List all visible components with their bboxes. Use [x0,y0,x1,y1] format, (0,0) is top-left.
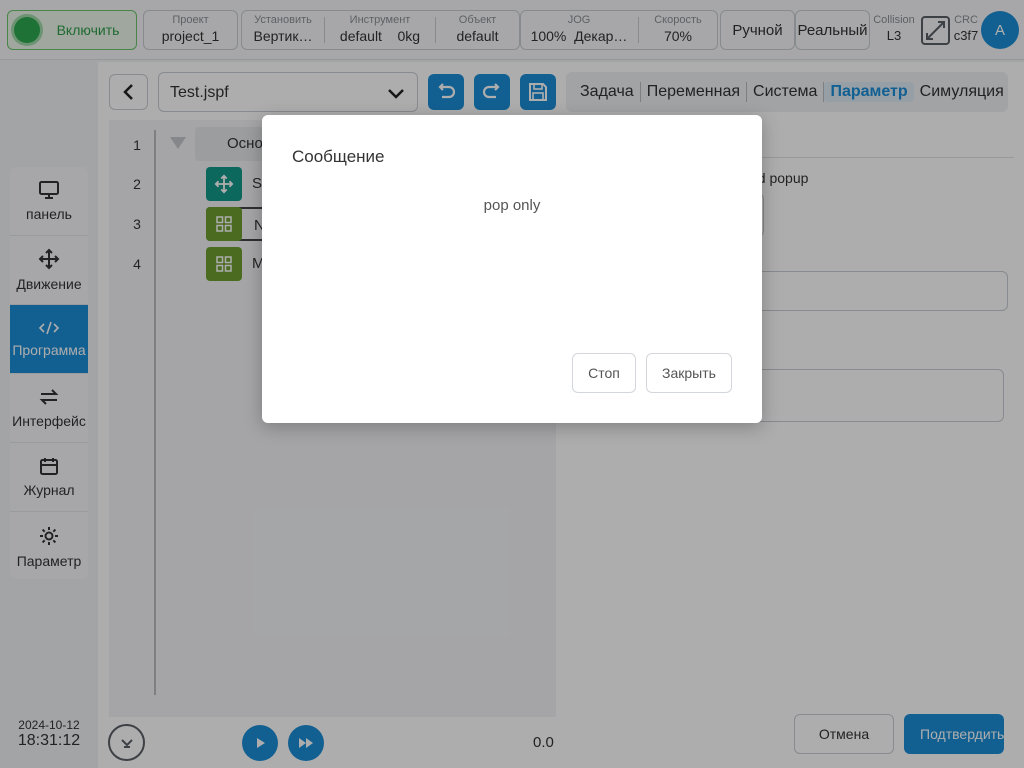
dialog-message: pop only [483,197,541,214]
stop-button[interactable]: Стоп [572,353,636,393]
message-dialog: Сообщение pop only Стоп Закрыть [262,115,762,423]
dialog-title: Сообщение [292,147,385,166]
close-button[interactable]: Закрыть [646,353,732,393]
